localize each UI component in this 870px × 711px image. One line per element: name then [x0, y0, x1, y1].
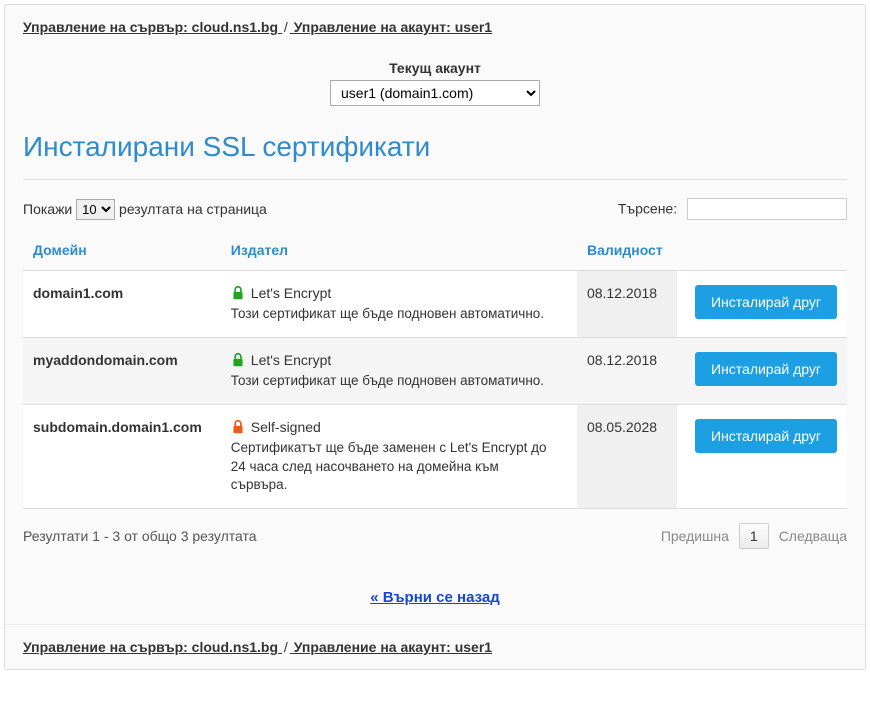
cell-action: Инсталирай друг — [677, 338, 847, 405]
lock-icon — [231, 419, 245, 435]
install-other-button[interactable]: Инсталирай друг — [695, 419, 837, 453]
cell-issuer: Self-signed Сертификатът ще бъде заменен … — [221, 405, 577, 509]
lock-icon — [231, 352, 245, 368]
page-title: Инсталирани SSL сертификати — [23, 131, 847, 180]
pager-page-1[interactable]: 1 — [739, 523, 769, 549]
table-row: domain1.com Let's Encrypt Този сертификат … — [23, 271, 847, 338]
show-prefix: Покажи — [23, 201, 72, 217]
search-input[interactable] — [687, 198, 847, 220]
page-size-select[interactable]: 10 — [76, 199, 115, 220]
show-suffix: резултата на страница — [119, 201, 267, 217]
cell-validity: 08.12.2018 — [577, 338, 677, 405]
cell-issuer: Let's Encrypt Този сертификат ще бъде под… — [221, 338, 577, 405]
lock-icon — [231, 285, 245, 301]
table-controls: Покажи 10 резултата на страница Търсене: — [5, 192, 865, 230]
pager-prev[interactable]: Предишна — [661, 528, 729, 544]
page-size-control: Покажи 10 резултата на страница — [23, 199, 267, 220]
breadcrumb-top: Управление на сървър: cloud.ns1.bg / Упр… — [5, 19, 865, 45]
breadcrumb-account-link-bottom[interactable]: Управление на акаунт: user1 — [294, 639, 492, 655]
cell-domain: domain1.com — [23, 271, 221, 338]
breadcrumb-separator: / — [282, 19, 290, 35]
col-domain[interactable]: Домейн — [23, 230, 221, 271]
main-panel: Управление на сървър: cloud.ns1.bg / Упр… — [4, 4, 866, 670]
current-account-select[interactable]: user1 (domain1.com) — [330, 80, 540, 106]
breadcrumb-server-link-bottom[interactable]: Управление на сървър: cloud.ns1.bg — [23, 639, 278, 655]
install-other-button[interactable]: Инсталирай друг — [695, 352, 837, 386]
issuer-name: Let's Encrypt — [231, 352, 567, 368]
current-account-block: Текущ акаунт user1 (domain1.com) — [5, 60, 865, 106]
issuer-name: Self-signed — [231, 419, 567, 435]
col-validity[interactable]: Валидност — [577, 230, 677, 271]
cell-validity: 08.05.2028 — [577, 405, 677, 509]
issuer-note: Сертификатът ще бъде заменен с Let's Enc… — [231, 439, 551, 494]
cell-domain: myaddondomain.com — [23, 338, 221, 405]
issuer-text: Let's Encrypt — [251, 285, 332, 301]
search-control: Търсене: — [618, 198, 847, 220]
breadcrumb-bottom: Управление на сървър: cloud.ns1.bg / Упр… — [5, 624, 865, 655]
results-info: Резултати 1 - 3 от общо 3 резултата — [23, 528, 257, 544]
col-action — [677, 230, 847, 271]
issuer-name: Let's Encrypt — [231, 285, 567, 301]
back-link[interactable]: « Върни се назад — [370, 589, 499, 606]
back-link-wrap: « Върни се назад — [5, 589, 865, 606]
issuer-note: Този сертификат ще бъде подновен автомат… — [231, 305, 551, 323]
breadcrumb-separator-bottom: / — [282, 639, 290, 655]
issuer-text: Self-signed — [251, 419, 321, 435]
issuer-text: Let's Encrypt — [251, 352, 332, 368]
certificates-table: Домейн Издател Валидност domain1.comLet'… — [23, 230, 847, 509]
table-footer: Резултати 1 - 3 от общо 3 резултата Пред… — [5, 509, 865, 559]
cell-action: Инсталирай друг — [677, 405, 847, 509]
table-row: subdomain.domain1.com Self-signed Сертифик… — [23, 405, 847, 509]
breadcrumb-account-link[interactable]: Управление на акаунт: user1 — [294, 19, 492, 35]
cell-domain: subdomain.domain1.com — [23, 405, 221, 509]
issuer-note: Този сертификат ще бъде подновен автомат… — [231, 372, 551, 390]
current-account-label: Текущ акаунт — [5, 60, 865, 76]
cell-validity: 08.12.2018 — [577, 271, 677, 338]
pager: Предишна 1 Следваща — [661, 523, 847, 549]
install-other-button[interactable]: Инсталирай друг — [695, 285, 837, 319]
pager-next[interactable]: Следваща — [779, 528, 847, 544]
col-issuer[interactable]: Издател — [221, 230, 577, 271]
cell-action: Инсталирай друг — [677, 271, 847, 338]
cell-issuer: Let's Encrypt Този сертификат ще бъде под… — [221, 271, 577, 338]
table-row: myaddondomain.com Let's Encrypt Този серти… — [23, 338, 847, 405]
search-label: Търсене: — [618, 201, 677, 217]
breadcrumb-server-link[interactable]: Управление на сървър: cloud.ns1.bg — [23, 19, 278, 35]
